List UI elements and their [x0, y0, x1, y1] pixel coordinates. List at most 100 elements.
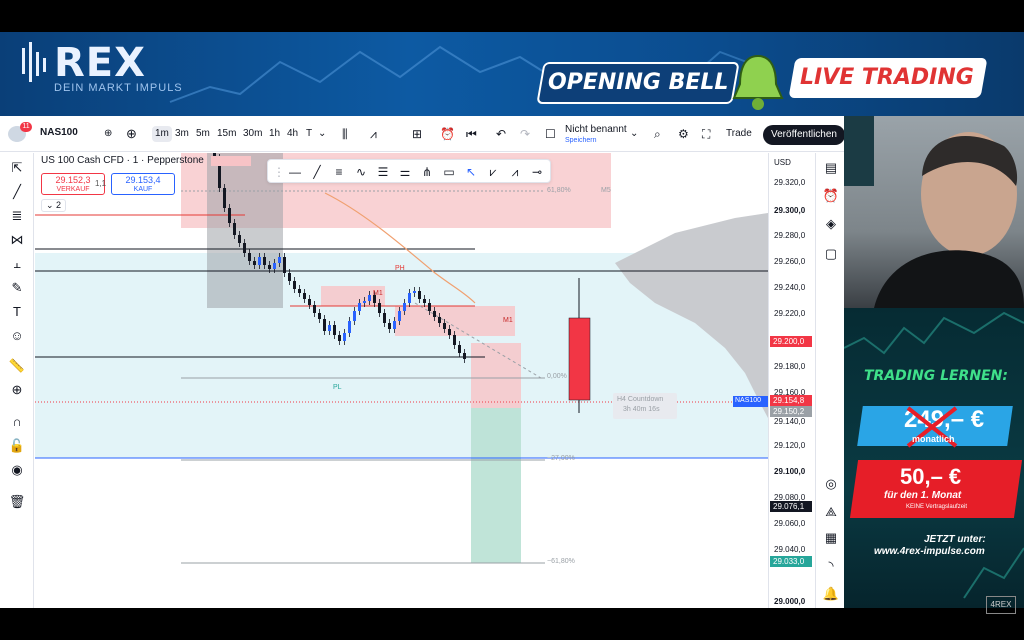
- layout-dropdown-icon[interactable]: ⌄: [630, 126, 638, 142]
- timeframe-15m[interactable]: 15m: [217, 126, 236, 142]
- emoji-icon[interactable]: ☺: [8, 327, 26, 345]
- indicators-icon[interactable]: ⩘: [370, 126, 377, 142]
- chart-legend-title: US 100 Cash CFD · 1 · Pepperstone: [41, 155, 204, 166]
- price-label: 29.300,0: [774, 206, 806, 215]
- fullscreen-icon[interactable]: ⛶: [702, 126, 710, 142]
- trendline-icon[interactable]: ╱: [8, 183, 26, 201]
- brush-icon[interactable]: ✎: [8, 279, 26, 297]
- candle-body: [398, 311, 401, 321]
- pitchfork-icon[interactable]: ⋔: [418, 163, 436, 181]
- long-position-icon[interactable]: ⩗: [484, 163, 502, 181]
- price-label: 29.060,0: [774, 519, 806, 528]
- m1a-label: M1: [373, 290, 383, 297]
- sell-price: 29.152,3: [55, 175, 91, 185]
- rectangle-icon[interactable]: ▭: [440, 163, 458, 181]
- short-position-icon[interactable]: ⩘: [506, 163, 524, 181]
- opening-bell-text: OPENING BELL: [548, 70, 729, 95]
- candle-body: [283, 257, 286, 273]
- redo-icon[interactable]: ↷: [520, 126, 530, 142]
- layout-name[interactable]: Nicht benannt Speichern: [565, 124, 627, 146]
- text-icon[interactable]: T: [8, 303, 26, 321]
- buy-button[interactable]: 29.153,4 KAUF: [111, 173, 175, 195]
- candle-body: [363, 301, 366, 303]
- wave-icon[interactable]: ∿: [352, 163, 370, 181]
- fib-tool-icon[interactable]: ≣: [8, 207, 26, 225]
- candle-body: [393, 321, 396, 329]
- calendar-icon[interactable]: ▦: [822, 529, 840, 547]
- timeframe-4h[interactable]: 4h: [287, 126, 298, 142]
- pattern-icon[interactable]: ⋈: [8, 231, 26, 249]
- cursor-icon[interactable]: ⇱: [8, 159, 26, 177]
- bell-notification-icon[interactable]: 🔔: [822, 585, 840, 603]
- broadcast-icon[interactable]: ◝: [822, 557, 840, 575]
- old-price-period: monatlich: [912, 434, 955, 444]
- timeframe-1h[interactable]: 1h: [269, 126, 280, 142]
- buy-price: 29.153,4: [125, 175, 161, 185]
- publish-button[interactable]: Veröffentlichen: [763, 125, 845, 145]
- alerts-clock-icon[interactable]: ⏰: [822, 187, 840, 205]
- red-zone-m1b: [395, 306, 515, 336]
- ruler-icon[interactable]: 📏: [8, 357, 26, 375]
- layout-checkbox-icon[interactable]: ☐: [545, 126, 556, 142]
- layout-save-status: Speichern: [565, 137, 597, 144]
- candle-body: [438, 317, 441, 323]
- parallel-channel-icon[interactable]: ≡: [330, 163, 348, 181]
- cursor-tool-icon[interactable]: ↖: [462, 163, 480, 181]
- lock-icon[interactable]: 🔓: [8, 437, 26, 455]
- fib-retracement-icon[interactable]: ☰: [374, 163, 392, 181]
- layers-icon[interactable]: ◈: [822, 215, 840, 233]
- timeframe-t[interactable]: T: [306, 126, 312, 142]
- trade-button[interactable]: Trade: [726, 126, 752, 142]
- indicator-collapse-button[interactable]: ⌄ 2: [41, 199, 67, 212]
- candle-type-icon[interactable]: ⫼: [342, 126, 348, 142]
- zoom-icon[interactable]: ⊕: [8, 381, 26, 399]
- layers-stack-icon[interactable]: ⟁: [822, 503, 840, 521]
- ray-icon[interactable]: ╱: [308, 163, 326, 181]
- floating-drawing-toolbar: ⋮ — ╱ ≡ ∿ ☰ ⚌ ⋔ ▭ ↖ ⩗ ⩘ ⊸: [267, 159, 551, 183]
- alert-icon[interactable]: ⏰: [440, 126, 455, 142]
- undo-icon[interactable]: ↶: [496, 126, 506, 142]
- symbol-search[interactable]: NAS100: [40, 127, 78, 138]
- search-icon[interactable]: ⌕: [654, 126, 661, 142]
- new-price: 50,– €: [900, 464, 962, 489]
- candle-body: [243, 243, 246, 253]
- horizontal-line-icon[interactable]: —: [286, 163, 304, 181]
- target-icon[interactable]: ◎: [822, 475, 840, 493]
- gear-icon[interactable]: ⚙: [678, 126, 689, 142]
- chat-icon[interactable]: ▢: [822, 245, 840, 263]
- magnet-icon[interactable]: ∩: [8, 413, 26, 431]
- add-symbol-icon[interactable]: ⊕: [104, 126, 112, 142]
- forecast-icon[interactable]: ⫠: [8, 255, 26, 273]
- candle-body: [453, 335, 456, 345]
- price-label: 29.320,0: [774, 178, 806, 187]
- trash-icon[interactable]: 🗑: [8, 493, 26, 511]
- candle-body: [368, 295, 371, 301]
- timeframe-3m[interactable]: 3m: [175, 126, 189, 142]
- timeframe-30m[interactable]: 30m: [243, 126, 262, 142]
- templates-icon[interactable]: ⊞: [412, 126, 422, 142]
- fib-extension-icon[interactable]: ⚌: [396, 163, 414, 181]
- eye-icon[interactable]: ◉: [8, 461, 26, 479]
- timeframe-5m[interactable]: 5m: [196, 126, 210, 142]
- compare-icon[interactable]: ⊕: [126, 126, 137, 142]
- candle-body: [293, 281, 296, 289]
- price-label: 29.180,0: [774, 362, 806, 371]
- countdown-value: 3h 40m 16s: [623, 406, 660, 413]
- path-icon[interactable]: ⊸: [528, 163, 546, 181]
- candle-body: [418, 291, 421, 299]
- timeframe-dropdown-icon[interactable]: ⌄: [318, 126, 326, 142]
- candle-body: [308, 299, 311, 305]
- fib-neg27-label: −27,00%: [547, 455, 575, 462]
- m5-label: M5: [601, 187, 611, 194]
- price-axis[interactable]: USD 29.320,0 29.300,0 29.280,0 29.260,0 …: [768, 153, 814, 608]
- replay-icon[interactable]: ⏮: [466, 126, 477, 142]
- price-label: 29.280,0: [774, 231, 806, 240]
- timeframe-1m[interactable]: 1m: [152, 126, 172, 142]
- candle-body: [423, 299, 426, 303]
- candle-body: [303, 293, 306, 299]
- price-label: 29.120,0: [774, 441, 806, 450]
- chart-canvas[interactable]: US 100 Cash CFD · 1 · Pepperstone 29.152…: [35, 153, 768, 608]
- watchlist-icon[interactable]: ▤: [822, 159, 840, 177]
- candle-body: [268, 265, 271, 269]
- candle-body: [458, 345, 461, 353]
